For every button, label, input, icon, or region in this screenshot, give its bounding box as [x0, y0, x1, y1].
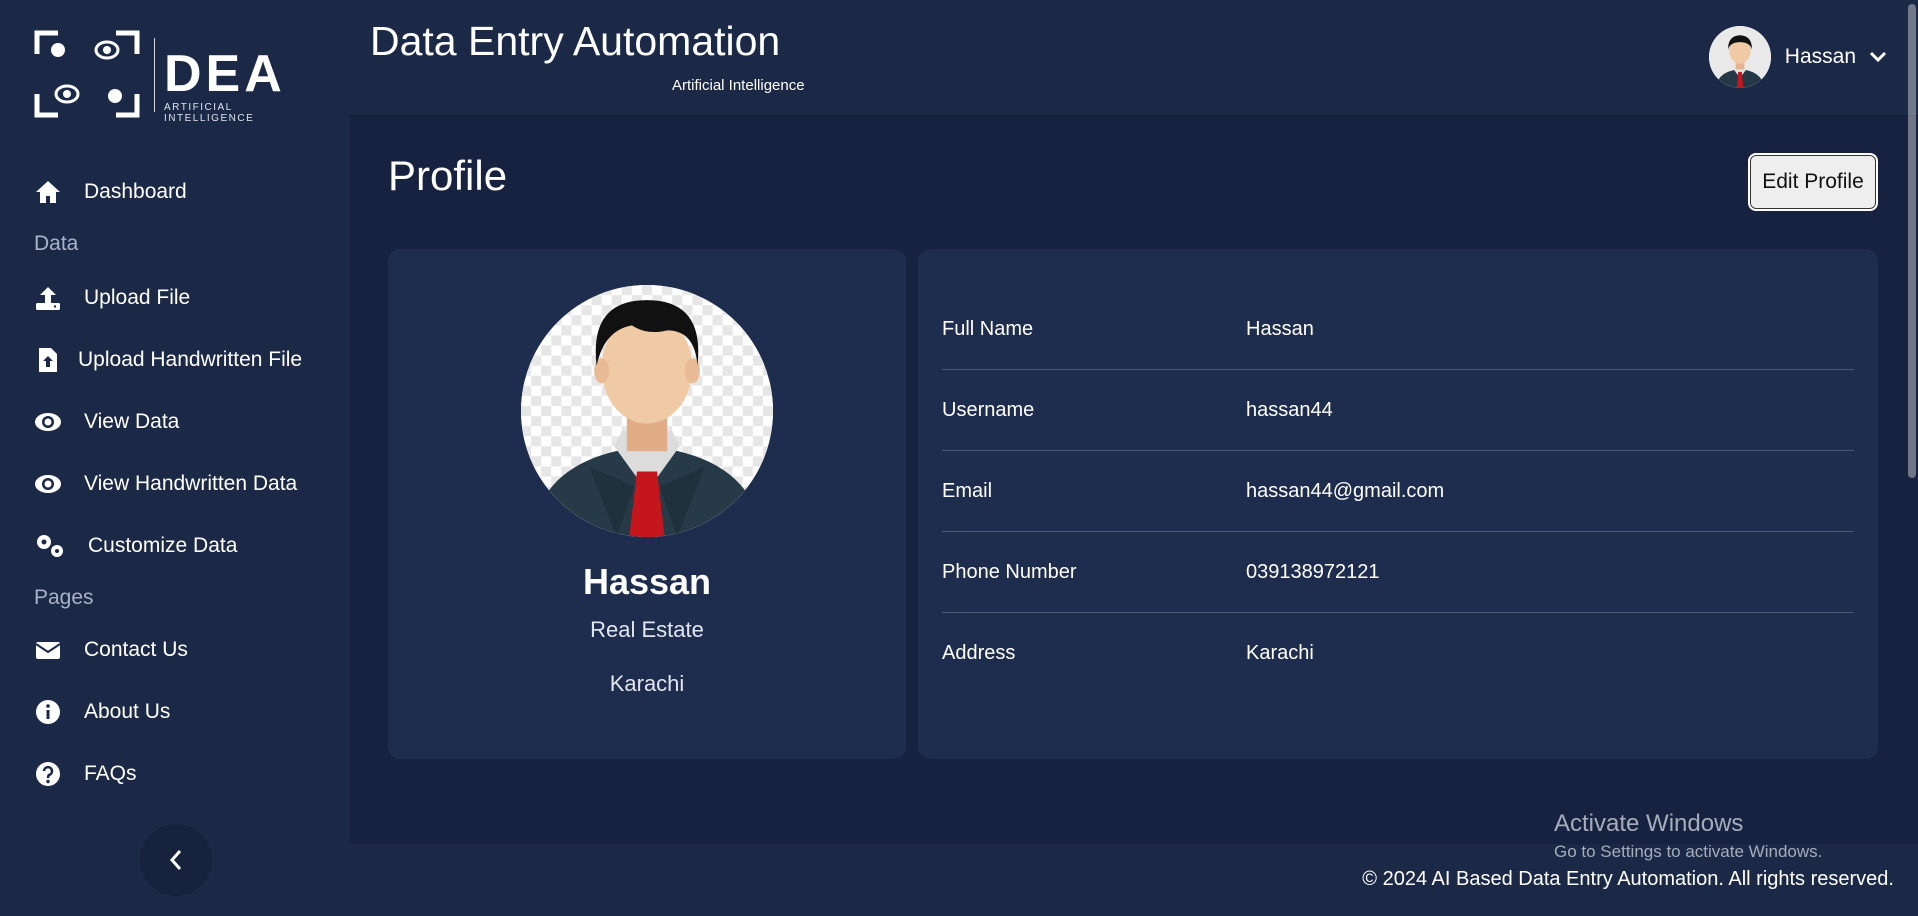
top-header: Data Entry Automation Artificial Intelli…: [350, 0, 1918, 116]
detail-value: Karachi: [1246, 642, 1314, 664]
page-title: Profile: [388, 152, 508, 199]
watermark-subtitle: Go to Settings to activate Windows.: [1554, 842, 1823, 861]
app-subtitle: Artificial Intelligence: [672, 77, 805, 94]
detail-label: Phone Number: [942, 560, 1077, 583]
detail-value: hassan44@gmail.com: [1246, 479, 1445, 502]
user-name: Hassan: [1784, 45, 1856, 68]
sidebar-item-label: View Handwritten Data: [84, 472, 298, 495]
profile-role: Real Estate: [590, 617, 704, 642]
user-avatar-icon: [1708, 26, 1771, 88]
logo-text: DEA ARTIFICIAL INTELLIGENCE: [164, 48, 324, 124]
detail-row-email: Email hassan44@gmail.com: [942, 451, 1854, 532]
question-icon: [36, 762, 60, 786]
detail-row-username: Username hassan44: [942, 370, 1854, 451]
app-title: Data Entry Automation: [370, 18, 781, 64]
detail-row-phone: Phone Number 039138972121: [942, 532, 1854, 613]
sidebar-item-label: FAQs: [84, 762, 137, 785]
sidebar-item-label: Upload File: [84, 286, 191, 309]
profile-avatar-icon: [521, 285, 773, 537]
gears-icon: [37, 535, 63, 557]
profile-details-card: Full Name Hassan Username hassan44 Email…: [918, 249, 1878, 759]
detail-label: Username: [942, 398, 1035, 421]
main-content: Profile Edit Profile Hassan Real Estate …: [350, 116, 1918, 844]
detail-label: Email: [942, 479, 993, 502]
user-menu[interactable]: Hassan: [1708, 26, 1888, 88]
logo-title: DEA: [164, 45, 286, 103]
sidebar-item-label: Dashboard: [84, 180, 187, 203]
sidebar: DEA ARTIFICIAL INTELLIGENCE Dashboard Da…: [0, 0, 350, 916]
profile-card: Hassan Real Estate Karachi: [388, 249, 906, 759]
sidebar-item-view-data[interactable]: View Data: [34, 402, 179, 442]
dea-logo[interactable]: DEA ARTIFICIAL INTELLIGENCE: [34, 30, 324, 124]
detail-row-address: Address Karachi: [942, 613, 1854, 694]
logo-subtitle: ARTIFICIAL INTELLIGENCE: [164, 102, 255, 124]
eye-icon: [35, 413, 61, 431]
sidebar-item-customize-data[interactable]: Customize Data: [34, 526, 237, 566]
sidebar-item-view-handwritten-data[interactable]: View Handwritten Data: [34, 464, 297, 504]
sidebar-section-data: Data: [34, 232, 79, 255]
sidebar-item-label: View Data: [84, 410, 180, 433]
detail-value: Hassan: [1246, 317, 1314, 340]
sidebar-collapse-button[interactable]: [140, 824, 212, 896]
logo-divider: [154, 38, 155, 112]
detail-row-full-name: Full Name Hassan: [942, 289, 1854, 370]
avatar: [1708, 26, 1771, 88]
chevron-left-icon: [169, 850, 182, 870]
chevron-down-icon: [1869, 51, 1887, 63]
sidebar-item-label: About Us: [84, 700, 171, 723]
file-upload-icon: [39, 348, 57, 372]
info-icon: [36, 700, 60, 724]
detail-label: Address: [942, 642, 1016, 664]
detail-value: hassan44: [1246, 398, 1333, 421]
detail-value: 039138972121: [1246, 560, 1380, 583]
sidebar-item-dashboard[interactable]: Dashboard: [34, 172, 187, 212]
detail-label: Full Name: [942, 317, 1034, 340]
edit-profile-button[interactable]: Edit Profile: [1748, 153, 1878, 211]
windows-activation-watermark: Activate Windows Go to Settings to activ…: [1554, 810, 1822, 862]
sidebar-section-pages: Pages: [34, 586, 94, 609]
sidebar-item-about-us[interactable]: About Us: [34, 692, 170, 732]
sidebar-item-label: Contact Us: [84, 638, 188, 661]
sidebar-item-label: Customize Data: [88, 534, 238, 557]
profile-name: Hassan: [582, 561, 712, 602]
upload-icon: [36, 287, 60, 310]
profile-avatar: [521, 285, 773, 537]
footer-copyright: © 2024 AI Based Data Entry Automation. A…: [1362, 868, 1894, 890]
home-icon: [36, 181, 60, 203]
sidebar-item-contact-us[interactable]: Contact Us: [34, 630, 188, 670]
sidebar-item-upload-handwritten-file[interactable]: Upload Handwritten File: [34, 340, 302, 380]
sidebar-item-upload-file[interactable]: Upload File: [34, 278, 190, 318]
envelope-icon: [35, 642, 61, 659]
sidebar-item-label: Upload Handwritten File: [78, 348, 303, 371]
sidebar-item-faqs[interactable]: FAQs: [34, 754, 137, 794]
page-scrollbar[interactable]: [1908, 4, 1916, 478]
eye-icon: [35, 475, 61, 493]
logo-mark-icon: [34, 30, 140, 118]
profile-city: Karachi: [609, 671, 685, 696]
watermark-title: Activate Windows: [1554, 810, 1744, 837]
